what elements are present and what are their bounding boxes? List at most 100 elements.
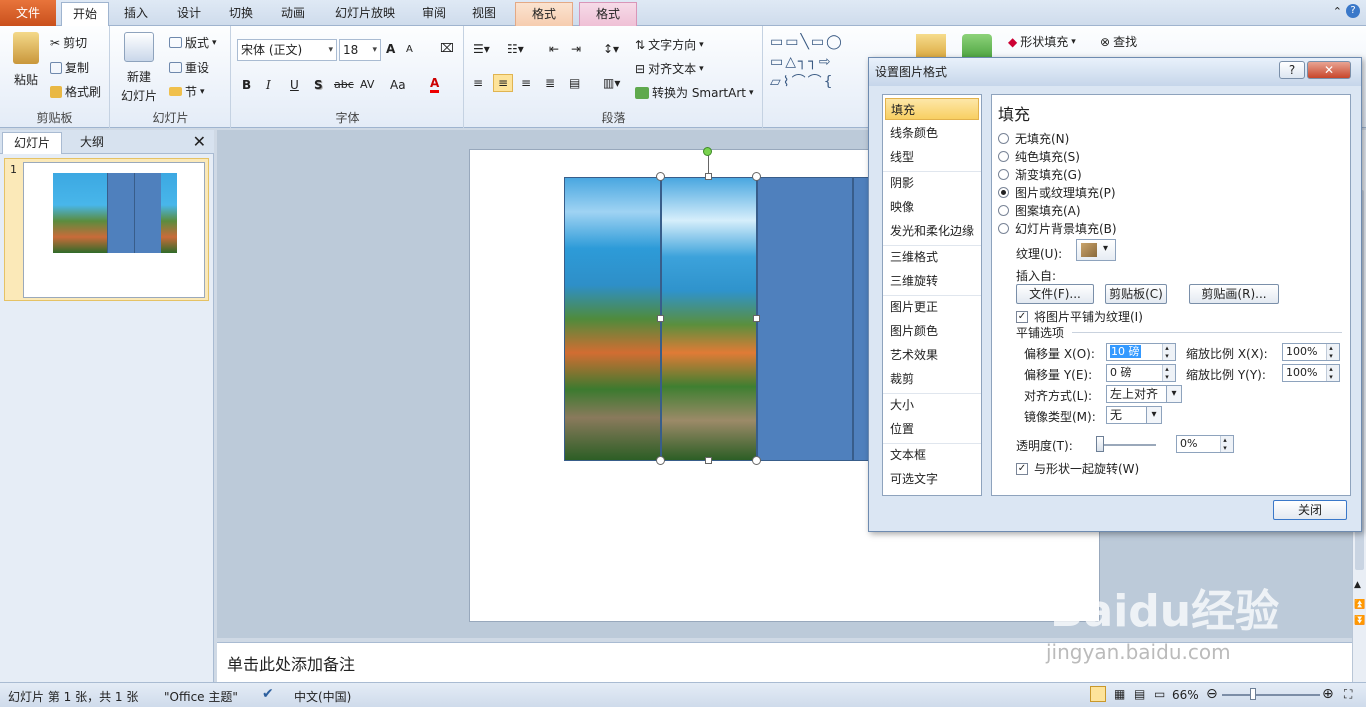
- rotation-handle[interactable]: [703, 147, 712, 156]
- shape-fill-button[interactable]: ◆ 形状填充 ▾: [1008, 33, 1076, 50]
- dialog-help-button[interactable]: ?: [1279, 61, 1305, 79]
- reading-view-icon[interactable]: ▤: [1134, 687, 1145, 701]
- align-text-button[interactable]: ⊟ 对齐文本 ▾: [635, 60, 704, 77]
- insert-clipboard-button[interactable]: 剪贴板(C): [1105, 284, 1167, 304]
- zoom-in-icon[interactable]: ⊕: [1322, 686, 1334, 702]
- resize-handle-bl[interactable]: [656, 456, 665, 465]
- nav-line-style[interactable]: 线型: [885, 146, 979, 168]
- reset-button[interactable]: 重设: [169, 59, 209, 76]
- nav-glow-soft-edges[interactable]: 发光和柔化边缘: [885, 220, 979, 242]
- numbering-icon[interactable]: ☷▾: [507, 42, 524, 56]
- align-left-icon[interactable]: ≡: [473, 76, 483, 90]
- slide-thumbnail[interactable]: 1: [4, 158, 209, 301]
- radio-solid-fill[interactable]: 纯色填充(S): [998, 148, 1080, 165]
- clear-format-icon[interactable]: ⌧: [440, 41, 454, 55]
- grow-font-button[interactable]: A: [386, 42, 395, 56]
- tab-picture-format[interactable]: 格式: [579, 2, 637, 26]
- spell-check-icon[interactable]: ✔: [262, 686, 274, 702]
- nav-text-box[interactable]: 文本框: [885, 444, 979, 466]
- zoom-slider[interactable]: [1222, 694, 1320, 696]
- shadow-button[interactable]: S: [314, 78, 323, 92]
- slideshow-icon[interactable]: ▭: [1154, 687, 1165, 701]
- font-color-icon[interactable]: A: [430, 76, 440, 93]
- nav-crop[interactable]: 裁剪: [885, 368, 979, 390]
- radio-pattern-fill[interactable]: 图案填充(A): [998, 202, 1081, 219]
- dialog-close-button[interactable]: 关闭: [1273, 500, 1347, 520]
- change-case-button[interactable]: Aa: [390, 78, 406, 92]
- tile-texture-checkbox[interactable]: ✓ 将图片平铺为纹理(I): [1016, 308, 1143, 325]
- bold-button[interactable]: B: [242, 78, 251, 92]
- tab-slideshow[interactable]: 幻灯片放映: [323, 2, 407, 26]
- alignment-select[interactable]: 左上对齐: [1106, 385, 1182, 403]
- radio-slide-background-fill[interactable]: 幻灯片背景填充(B): [998, 220, 1117, 237]
- smartart-button[interactable]: 转换为 SmartArt ▾: [635, 84, 754, 101]
- scale-y-spinner[interactable]: 100%: [1282, 364, 1340, 382]
- nav-3d-format[interactable]: 三维格式: [885, 246, 979, 268]
- nav-size[interactable]: 大小: [885, 394, 979, 416]
- cut-button[interactable]: ✂ 剪切: [50, 34, 87, 51]
- nav-picture-color[interactable]: 图片颜色: [885, 320, 979, 342]
- format-painter-button[interactable]: 格式刷: [50, 83, 101, 100]
- normal-view-icon[interactable]: [1090, 686, 1106, 702]
- tab-design[interactable]: 设计: [167, 2, 211, 26]
- nav-reflection[interactable]: 映像: [885, 196, 979, 218]
- italic-button[interactable]: I: [266, 78, 271, 92]
- nav-alt-text[interactable]: 可选文字: [885, 468, 979, 490]
- language[interactable]: 中文(中国): [294, 688, 351, 705]
- tab-view[interactable]: 视图: [463, 2, 505, 26]
- prev-slide-icon[interactable]: ⏫: [1354, 600, 1365, 610]
- shrink-font-button[interactable]: A: [406, 44, 413, 55]
- columns-icon[interactable]: ▥▾: [603, 76, 620, 90]
- transparency-slider[interactable]: [1096, 444, 1156, 446]
- radio-no-fill[interactable]: 无填充(N): [998, 130, 1069, 147]
- font-name-select[interactable]: 宋体 (正文): [237, 39, 337, 61]
- insert-clipart-button[interactable]: 剪贴画(R)...: [1189, 284, 1279, 304]
- tab-drawing-format[interactable]: 格式: [515, 2, 573, 26]
- tab-slides[interactable]: 幻灯片: [2, 132, 62, 154]
- decrease-indent-icon[interactable]: ⇤: [549, 42, 559, 56]
- texture-picker[interactable]: ▾: [1076, 239, 1116, 261]
- help-icon[interactable]: ?: [1346, 4, 1360, 18]
- collapse-ribbon-icon[interactable]: ⌃: [1333, 5, 1342, 18]
- nav-shadow[interactable]: 阴影: [885, 172, 979, 194]
- resize-handle-b[interactable]: [705, 457, 712, 464]
- tab-animations[interactable]: 动画: [271, 2, 315, 26]
- photo-strip-1[interactable]: [564, 177, 661, 461]
- blue-strip-1[interactable]: [757, 177, 853, 461]
- nav-picture-corrections[interactable]: 图片更正: [885, 296, 979, 318]
- scale-x-spinner[interactable]: 100%: [1282, 343, 1340, 361]
- zoom-out-icon[interactable]: ⊖: [1206, 686, 1218, 702]
- align-right-icon[interactable]: ≡: [521, 76, 531, 90]
- tab-file[interactable]: 文件: [0, 0, 56, 26]
- find-button[interactable]: ⊗ 查找: [1100, 33, 1137, 50]
- dialog-close-x-button[interactable]: ✕: [1307, 61, 1351, 79]
- next-slide-icon[interactable]: ⏬: [1354, 616, 1365, 626]
- text-direction-button[interactable]: ⇅ 文字方向 ▾: [635, 36, 704, 53]
- underline-button[interactable]: U: [290, 78, 299, 92]
- nav-3d-rotation[interactable]: 三维旋转: [885, 270, 979, 292]
- fit-to-window-icon[interactable]: ⛶: [1344, 687, 1352, 702]
- insert-file-button[interactable]: 文件(F)...: [1016, 284, 1094, 304]
- distributed-icon[interactable]: ▤: [569, 76, 580, 90]
- nav-position[interactable]: 位置: [885, 418, 979, 440]
- rotate-with-shape-checkbox[interactable]: ✓ 与形状一起旋转(W): [1016, 460, 1139, 477]
- tab-review[interactable]: 审阅: [413, 2, 455, 26]
- paste-button[interactable]: 粘贴: [8, 32, 44, 88]
- font-size-select[interactable]: 18: [339, 39, 381, 61]
- radio-gradient-fill[interactable]: 渐变填充(G): [998, 166, 1082, 183]
- line-spacing-icon[interactable]: ↕▾: [603, 42, 619, 56]
- offset-y-spinner[interactable]: 0 磅: [1106, 364, 1176, 382]
- tab-outline[interactable]: 大纲: [62, 132, 122, 154]
- new-slide-button[interactable]: 新建 幻灯片: [117, 32, 161, 104]
- copy-button[interactable]: 复制: [50, 59, 89, 76]
- tab-transitions[interactable]: 切换: [219, 2, 263, 26]
- section-button[interactable]: 节 ▾: [169, 83, 205, 100]
- transparency-spinner[interactable]: 0%: [1176, 435, 1234, 453]
- transparency-slider-thumb[interactable]: [1096, 436, 1104, 452]
- theme-name[interactable]: "Office 主题": [164, 688, 238, 705]
- increase-indent-icon[interactable]: ⇥: [571, 42, 581, 56]
- tab-home[interactable]: 开始: [61, 2, 109, 26]
- slide-sorter-icon[interactable]: ▦: [1114, 687, 1125, 701]
- resize-handle-l[interactable]: [657, 315, 664, 322]
- bullets-icon[interactable]: ☰▾: [473, 42, 490, 56]
